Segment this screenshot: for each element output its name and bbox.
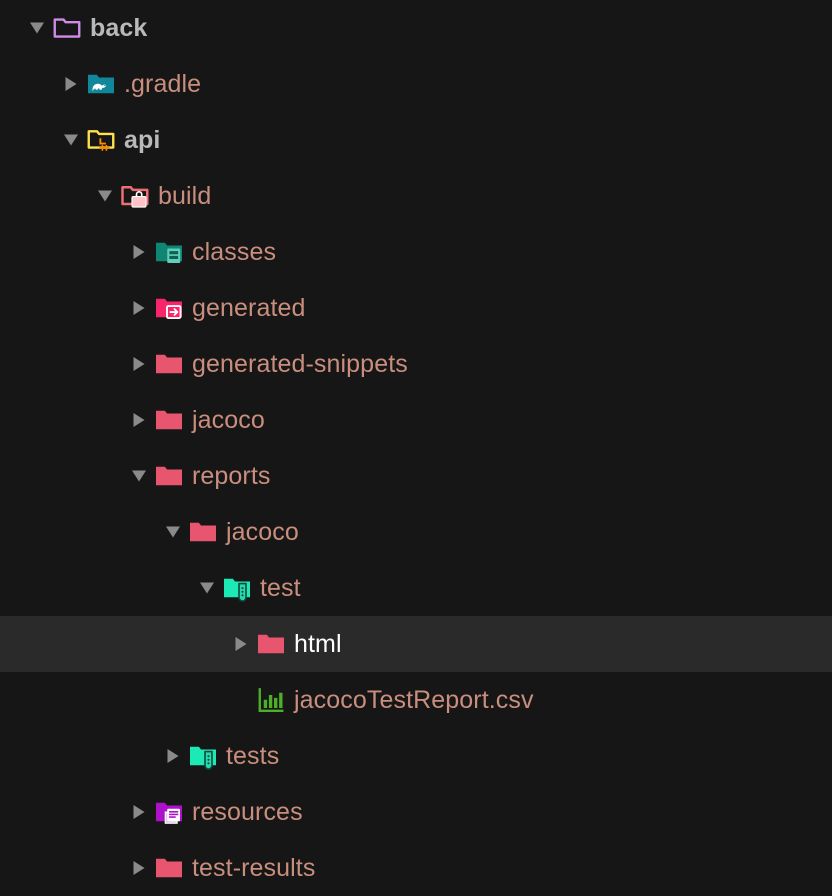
tree-row-label: .gradle	[124, 69, 202, 98]
tree-row-label: generated	[192, 293, 306, 322]
tree-row-label: reports	[192, 461, 271, 490]
folder-classes-icon	[154, 237, 184, 267]
tree-row[interactable]: jacocoTestReport.csv	[0, 672, 832, 728]
folder-gradle-icon	[86, 69, 116, 99]
tree-row-label: tests	[226, 741, 280, 770]
tree-row[interactable]: reports	[0, 448, 832, 504]
tree-row[interactable]: build	[0, 168, 832, 224]
tree-twisty-placeholder	[226, 672, 256, 728]
tree-row-label: build	[158, 181, 212, 210]
folder-resources-icon	[154, 797, 184, 827]
folder-module-yellow-icon	[86, 125, 116, 155]
tree-row-label: api	[124, 125, 161, 154]
tree-row-label: test	[260, 573, 301, 602]
chevron-down-icon[interactable]	[22, 0, 52, 56]
tree-row[interactable]: test	[0, 560, 832, 616]
tree-row-label: classes	[192, 237, 277, 266]
tree-row-label: generated-snippets	[192, 349, 408, 378]
folder-plain-pink-icon	[154, 349, 184, 379]
tree-row[interactable]: .gradle	[0, 56, 832, 112]
tree-row-label: back	[90, 13, 148, 42]
tree-row-label: jacocoTestReport.csv	[294, 685, 534, 714]
tree-row-label: jacoco	[226, 517, 299, 546]
chevron-right-icon[interactable]	[124, 280, 154, 336]
folder-generated-icon	[154, 293, 184, 323]
folder-outline-purple-icon	[52, 13, 82, 43]
tree-row[interactable]: generated-snippets	[0, 336, 832, 392]
tree-row[interactable]: classes	[0, 224, 832, 280]
tree-row[interactable]: tests	[0, 728, 832, 784]
chevron-down-icon[interactable]	[158, 504, 188, 560]
chevron-down-icon[interactable]	[124, 448, 154, 504]
tree-row[interactable]: jacoco	[0, 392, 832, 448]
tree-row[interactable]: jacoco	[0, 504, 832, 560]
folder-plain-pink-icon	[154, 461, 184, 491]
tree-row[interactable]: api	[0, 112, 832, 168]
folder-plain-pink-icon	[188, 517, 218, 547]
tree-row-label: test-results	[192, 853, 316, 882]
chevron-right-icon[interactable]	[158, 728, 188, 784]
tree-row-label: jacoco	[192, 405, 265, 434]
chevron-right-icon[interactable]	[56, 56, 86, 112]
tree-row[interactable]: generated	[0, 280, 832, 336]
chevron-right-icon[interactable]	[124, 224, 154, 280]
folder-plain-pink-icon	[154, 853, 184, 883]
chevron-down-icon[interactable]	[56, 112, 86, 168]
tree-row-label: html	[294, 629, 342, 658]
chevron-down-icon[interactable]	[90, 168, 120, 224]
tree-row[interactable]: resources	[0, 784, 832, 840]
folder-plain-pink-icon	[256, 629, 286, 659]
tree-row[interactable]: test-results	[0, 840, 832, 896]
folder-test-icon	[222, 573, 252, 603]
folder-plain-pink-icon	[154, 405, 184, 435]
file-tree[interactable]: back .gradle api build classes generated gener…	[0, 0, 832, 882]
chevron-right-icon[interactable]	[124, 392, 154, 448]
chevron-right-icon[interactable]	[124, 840, 154, 896]
chevron-right-icon[interactable]	[226, 616, 256, 672]
tree-row[interactable]: html	[0, 616, 832, 672]
folder-build-icon	[120, 181, 150, 211]
tree-row[interactable]: back	[0, 0, 832, 56]
folder-test-icon	[188, 741, 218, 771]
chevron-right-icon[interactable]	[124, 784, 154, 840]
chevron-down-icon[interactable]	[192, 560, 222, 616]
tree-row-label: resources	[192, 797, 303, 826]
csv-chart-icon	[256, 685, 286, 715]
chevron-right-icon[interactable]	[124, 336, 154, 392]
